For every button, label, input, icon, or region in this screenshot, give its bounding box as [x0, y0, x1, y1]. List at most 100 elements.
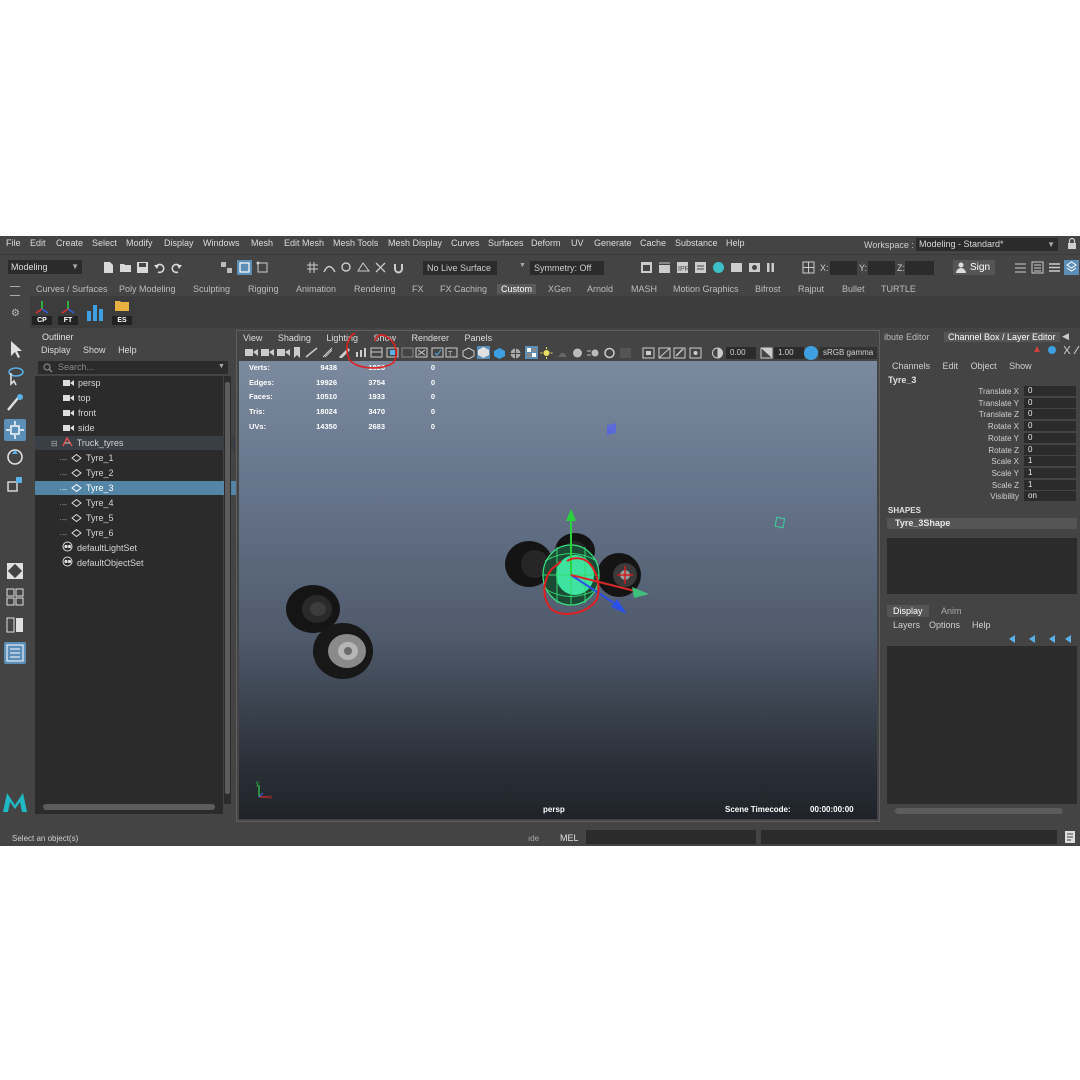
outliner-horizontal-scrollbar[interactable] [43, 804, 215, 810]
sign-in-button[interactable]: Sign [953, 260, 995, 275]
outliner-menu-help[interactable]: Help [118, 345, 137, 355]
script-language-toggle[interactable]: MEL [560, 833, 579, 843]
gate-mask-icon[interactable] [401, 347, 414, 360]
shelf-tab-arnold[interactable]: Arnold [587, 284, 613, 294]
menu-mesh-display[interactable]: Mesh Display [388, 238, 442, 248]
menu-mesh[interactable]: Mesh [251, 238, 273, 248]
chevron-down-icon[interactable]: ▼ [519, 262, 526, 269]
bookmark-icon[interactable] [292, 347, 305, 360]
attr-translate-y[interactable]: Translate Y 0 [884, 397, 1080, 409]
outliner-item-tyre-5[interactable]: ·– Tyre_5 [35, 511, 243, 525]
attribute-editor-toggle-icon[interactable] [1031, 261, 1044, 274]
attr-value[interactable]: 0 [1024, 444, 1076, 455]
camera-lock-icon[interactable] [277, 347, 290, 360]
menu-modify[interactable]: Modify [126, 238, 153, 248]
render-frame-icon[interactable] [640, 261, 653, 274]
safe-title-icon[interactable]: T [445, 347, 458, 360]
select-object-icon[interactable] [237, 260, 252, 275]
2d-pan-zoom-icon[interactable] [321, 347, 334, 360]
attr-visibility[interactable]: Visibility on [884, 491, 1080, 502]
shelf-tab-custom[interactable]: Custom [497, 284, 537, 294]
ambient-occlusion-icon[interactable] [571, 347, 584, 360]
outliner-item-default-object-set[interactable]: defaultObjectSet [35, 556, 246, 570]
channel-menu-edit[interactable]: Edit [943, 361, 959, 371]
render-settings-icon[interactable] [694, 261, 707, 274]
select-tool-icon[interactable] [4, 338, 26, 360]
attr-scale-y[interactable]: Scale Y 1 [884, 467, 1080, 479]
attr-translate-z[interactable]: Translate Z 0 [884, 409, 1080, 420]
shelf-button-bar-chart[interactable] [85, 299, 105, 325]
tool-settings-toggle-icon[interactable] [1048, 261, 1061, 274]
menu-cache[interactable]: Cache [640, 238, 666, 248]
color-space-field[interactable]: sRGB gamma [819, 347, 877, 359]
channel-box-toggle-icon[interactable] [1064, 260, 1079, 275]
outliner-item-top[interactable]: top [35, 391, 247, 405]
attr-rotate-y[interactable]: Rotate Y 0 [884, 432, 1080, 444]
transform-constraint-icon[interactable] [802, 261, 815, 274]
menu-substance[interactable]: Substance [675, 238, 718, 248]
rotate-tool-icon[interactable] [4, 446, 26, 468]
outliner-item-tyre-6[interactable]: ·– Tyre_6 [35, 526, 243, 540]
move-tool-icon[interactable] [4, 419, 26, 441]
open-scene-icon[interactable] [119, 261, 132, 274]
outliner-item-persp[interactable]: persp [35, 376, 247, 390]
scrollbar-thumb[interactable] [225, 382, 230, 794]
menu-mesh-tools[interactable]: Mesh Tools [333, 238, 378, 248]
field-chart-icon[interactable] [415, 347, 428, 360]
attr-value[interactable]: 0 [1024, 421, 1076, 432]
menu-deform[interactable]: Deform [531, 238, 561, 248]
shelf-settings-icon[interactable]: ⚙ [11, 308, 20, 319]
snap-grid-icon[interactable] [306, 261, 319, 274]
command-input[interactable] [586, 830, 756, 844]
menu-surfaces[interactable]: Surfaces [488, 238, 524, 248]
clapper-icon[interactable] [658, 261, 671, 274]
arnold-render-icon[interactable] [748, 261, 761, 274]
attr-value[interactable]: 0 [1024, 397, 1076, 408]
depth-of-field-icon[interactable] [619, 347, 632, 360]
menu-windows[interactable]: Windows [203, 238, 240, 248]
attr-value[interactable]: on [1024, 491, 1076, 502]
xray-components-icon[interactable] [689, 347, 702, 360]
motion-blur-icon[interactable] [587, 347, 600, 360]
menu-create[interactable]: Create [56, 238, 83, 248]
shelf-tab-rajput[interactable]: Rajput [798, 284, 824, 294]
new-scene-icon[interactable] [102, 261, 115, 274]
menu-help[interactable]: Help [726, 238, 745, 248]
outliner-item-tyre-4[interactable]: ·– Tyre_4 [35, 496, 243, 510]
outliner-layout-icon[interactable] [4, 642, 26, 664]
isolate-select-icon[interactable] [642, 347, 655, 360]
use-all-lights-icon[interactable] [540, 347, 553, 360]
shelf-button-cp[interactable]: CP [32, 299, 52, 325]
viewport-menu-shading[interactable]: Shading [278, 333, 311, 343]
shelf-tab-mash[interactable]: MASH [631, 284, 657, 294]
xray-icon[interactable] [658, 347, 671, 360]
script-editor-icon[interactable] [1064, 830, 1076, 844]
shelf-menu-icon[interactable] [10, 286, 20, 296]
four-view-layout-icon[interactable] [4, 586, 26, 608]
redo-icon[interactable] [170, 261, 183, 274]
wireframe-on-shaded-icon[interactable] [509, 347, 522, 360]
layer-menu-options[interactable]: Options [929, 620, 960, 630]
attr-value[interactable]: 0 [1024, 386, 1076, 396]
attr-rotate-z[interactable]: Rotate Z 0 [884, 444, 1080, 456]
anti-aliasing-icon[interactable] [603, 347, 616, 360]
outliner-item-tyre-2[interactable]: ·– Tyre_2 [35, 466, 243, 480]
attr-rotate-x[interactable]: Rotate X 0 [884, 421, 1080, 432]
symmetry-field[interactable]: Symmetry: Off [530, 261, 604, 275]
shelf-tab-bullet[interactable]: Bullet [842, 284, 865, 294]
smooth-shading-icon[interactable] [477, 346, 490, 359]
render-view-icon[interactable] [730, 261, 743, 274]
image-plane-icon[interactable] [305, 347, 318, 360]
menu-uv[interactable]: UV [571, 238, 584, 248]
channel-menu-object[interactable]: Object [971, 361, 997, 371]
attr-value[interactable]: 0 [1024, 409, 1076, 420]
menu-curves[interactable]: Curves [451, 238, 480, 248]
attr-scale-x[interactable]: Scale X 1 [884, 456, 1080, 467]
chevron-left-icon[interactable]: ◀ [1062, 331, 1069, 342]
live-surface-field[interactable]: No Live Surface [423, 261, 497, 275]
exposure-icon[interactable] [711, 347, 724, 360]
paint-select-tool-icon[interactable] [4, 392, 26, 414]
outliner-item-front[interactable]: front [35, 406, 247, 420]
textured-icon[interactable] [525, 346, 538, 359]
two-view-layout-icon[interactable] [4, 614, 26, 636]
